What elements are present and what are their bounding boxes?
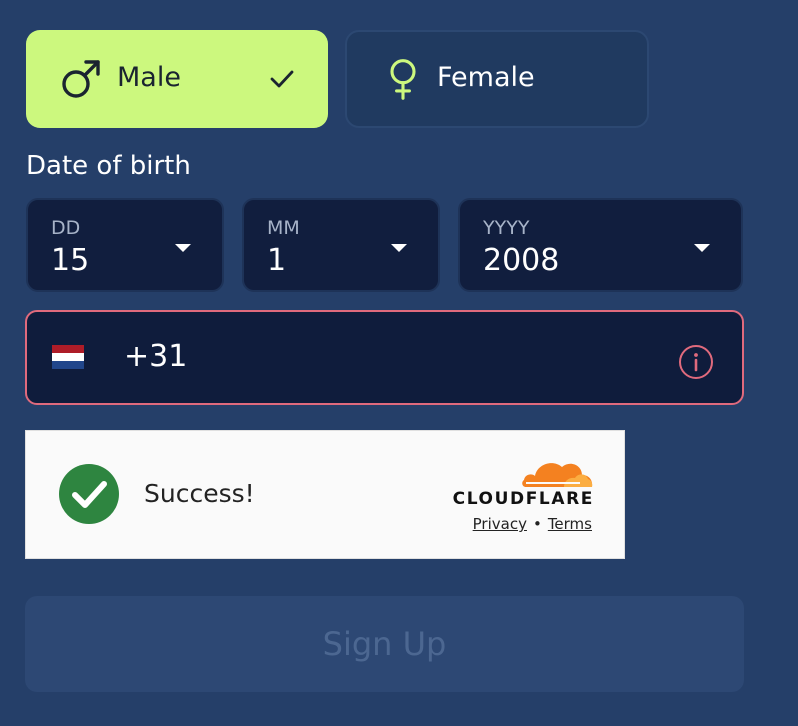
year-select[interactable]: YYYY 2008 xyxy=(458,198,743,292)
dropdown-arrow-icon xyxy=(391,244,407,252)
gender-male-label: Male xyxy=(117,62,181,93)
month-value: 1 xyxy=(267,243,287,278)
female-icon xyxy=(390,59,416,100)
day-caption: DD xyxy=(51,217,81,239)
year-value: 2008 xyxy=(483,243,560,278)
sign-up-button[interactable]: Sign Up xyxy=(25,596,744,692)
phone-input[interactable]: +31 xyxy=(124,337,187,377)
captcha-links: Privacy • Terms xyxy=(430,514,592,534)
cloudflare-brand: CLOUDFLARE xyxy=(452,489,594,509)
gender-male-button[interactable]: Male xyxy=(26,30,328,128)
link-separator: • xyxy=(532,515,542,533)
cloudflare-logo-icon xyxy=(522,463,593,487)
terms-link[interactable]: Terms xyxy=(548,515,592,533)
month-select[interactable]: MM 1 xyxy=(242,198,440,292)
dropdown-arrow-icon xyxy=(175,244,191,252)
male-icon xyxy=(62,60,100,98)
netherlands-flag-icon[interactable] xyxy=(52,345,84,369)
gender-female-label: Female xyxy=(437,62,535,93)
day-select[interactable]: DD 15 xyxy=(26,198,224,292)
captcha-status-text: Success! xyxy=(144,479,255,508)
date-of-birth-label: Date of birth xyxy=(26,151,191,181)
privacy-link[interactable]: Privacy xyxy=(473,515,527,533)
cloudflare-captcha-widget: Success! CLOUDFLARE Privacy • Terms xyxy=(25,430,625,559)
phone-field[interactable]: +31 xyxy=(25,310,744,405)
info-icon xyxy=(679,345,713,379)
dropdown-arrow-icon xyxy=(694,244,710,252)
success-check-icon xyxy=(59,464,119,524)
month-caption: MM xyxy=(267,217,300,239)
day-value: 15 xyxy=(51,243,90,278)
year-caption: YYYY xyxy=(483,217,530,239)
gender-female-button[interactable]: Female xyxy=(345,30,649,128)
checkmark-icon xyxy=(270,70,294,88)
